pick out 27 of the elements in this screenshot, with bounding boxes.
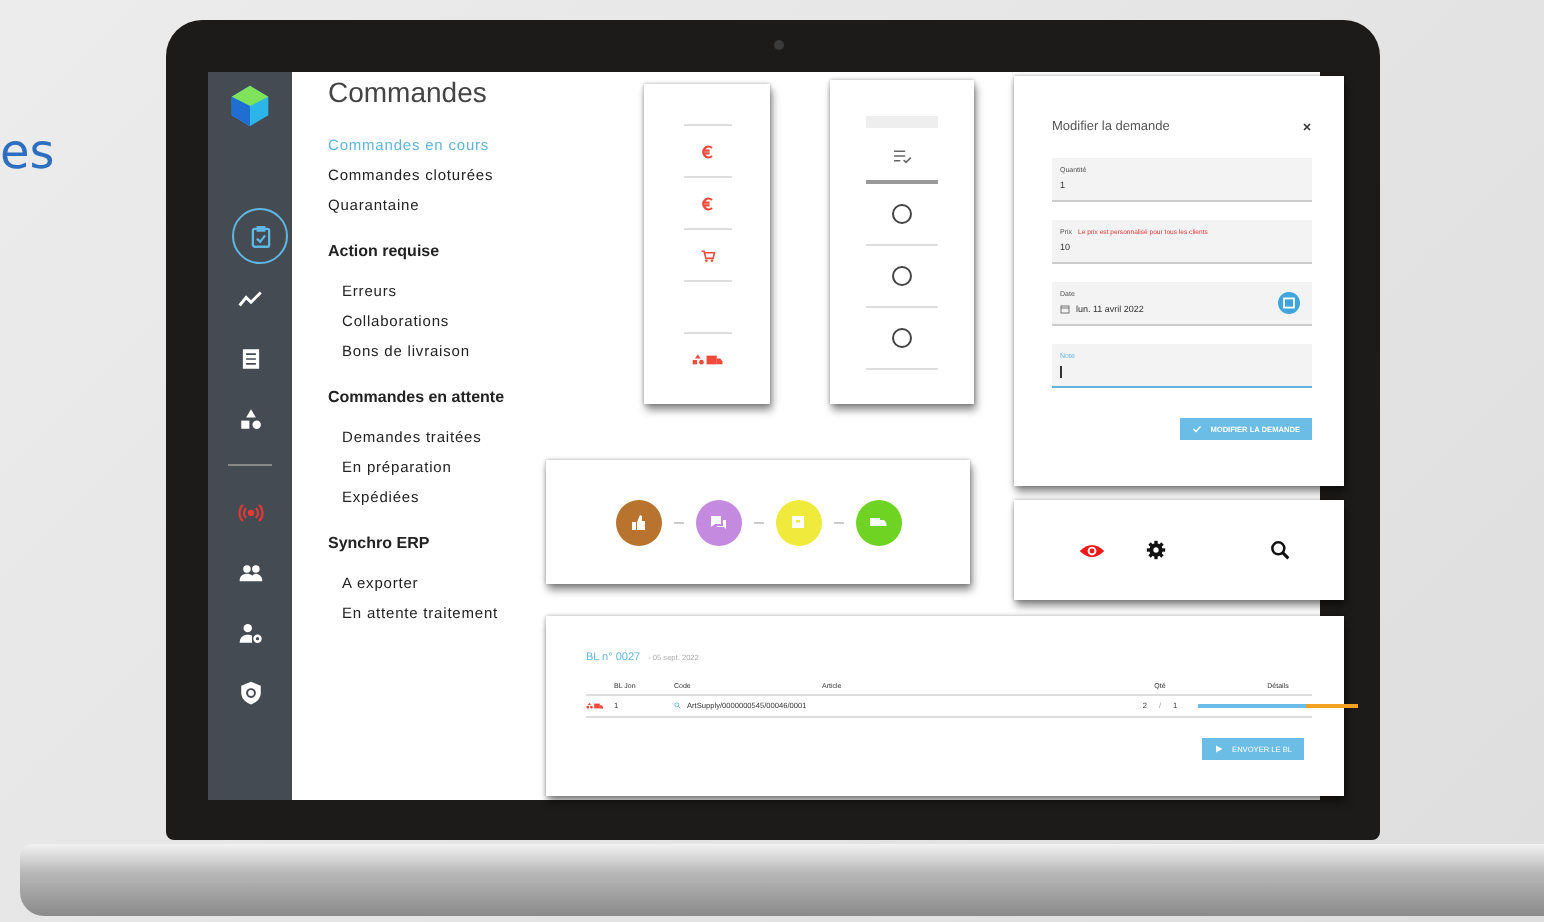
shapes-truck-icon[interactable] [691, 351, 723, 367]
logo-icon[interactable] [228, 84, 272, 128]
sidebar-orders-icon[interactable] [232, 208, 288, 264]
euro-icon[interactable] [699, 143, 715, 159]
step-thumb-icon[interactable] [615, 499, 661, 545]
heading-fragment: es [0, 124, 55, 180]
search-icon[interactable] [1270, 540, 1290, 560]
radio-button[interactable] [892, 203, 912, 223]
list-check-icon[interactable] [892, 148, 912, 164]
calendar-icon[interactable] [1278, 292, 1300, 314]
play-icon [1214, 744, 1225, 754]
radio-button[interactable] [892, 265, 912, 285]
eye-icon[interactable] [1078, 541, 1106, 559]
shapes-truck-icon [586, 702, 604, 710]
settings-icon[interactable] [1146, 540, 1166, 560]
section-heading: Action requise [328, 242, 442, 260]
check-icon [1192, 424, 1203, 434]
section-heading: Commandes en attente [328, 388, 507, 406]
radio-button[interactable] [892, 327, 912, 347]
step-chat-icon[interactable] [695, 499, 741, 545]
page-title: Commandes [328, 76, 489, 108]
calendar-icon [1060, 304, 1070, 314]
section-heading: Synchro ERP [328, 534, 432, 552]
euro-icon[interactable] [699, 195, 715, 211]
close-icon[interactable] [1302, 122, 1312, 132]
camera-icon [774, 40, 784, 50]
cart-icon[interactable] [699, 247, 715, 263]
